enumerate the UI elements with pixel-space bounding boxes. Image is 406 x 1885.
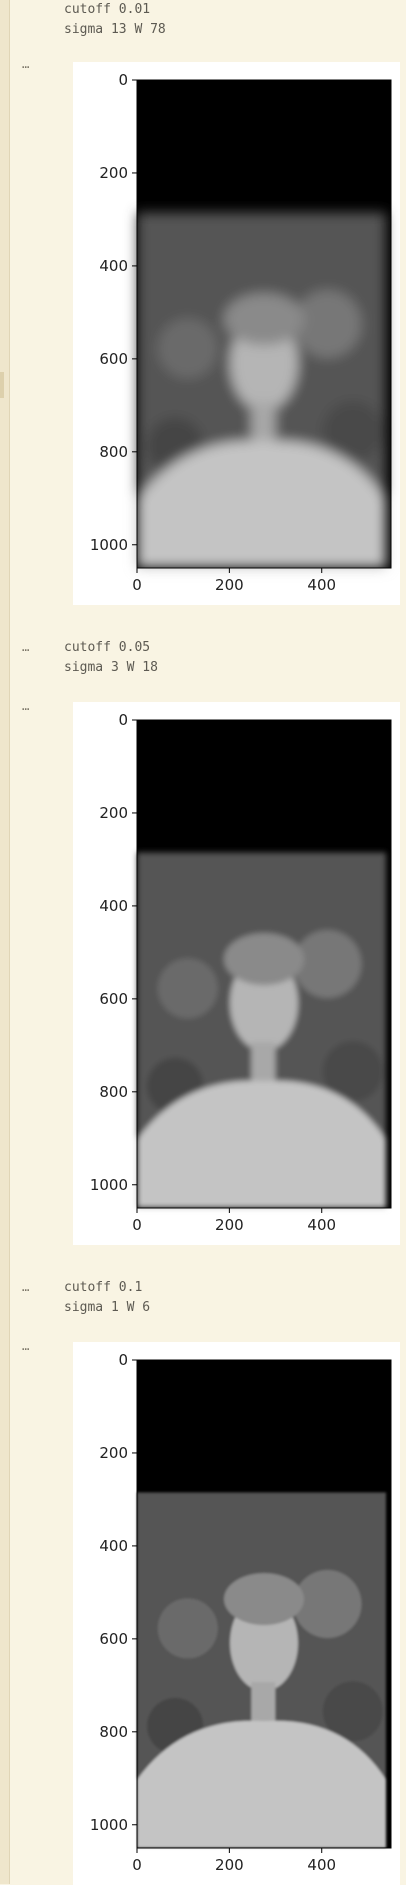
output-line-cutoff: cutoff 0.1	[64, 1280, 143, 1295]
y-tick-label: 200	[99, 164, 128, 182]
y-tick-label: 800	[99, 1723, 128, 1741]
notebook-gutter	[0, 0, 10, 1884]
y-tick-label: 600	[99, 990, 128, 1008]
x-tick-label: 0	[132, 1856, 142, 1874]
y-tick-label: 1000	[90, 1176, 128, 1194]
output-line-sigma: sigma 13 W 78	[64, 22, 166, 37]
y-tick-label: 0	[118, 711, 128, 729]
cell-menu-dots[interactable]: ⋯	[22, 60, 30, 74]
y-tick-label: 400	[99, 257, 128, 275]
x-tick-label: 200	[215, 1856, 244, 1874]
x-tick-label: 400	[307, 1216, 336, 1234]
y-tick-label: 400	[99, 1537, 128, 1555]
image-area	[137, 720, 391, 1208]
figure-plot-2: 0 200 400 600 800 1000 0 200 400	[73, 702, 400, 1245]
output-line-sigma: sigma 3 W 18	[64, 660, 158, 675]
image-area	[137, 1360, 391, 1848]
y-tick-label: 0	[118, 71, 128, 89]
y-tick-label: 200	[99, 1444, 128, 1462]
x-tick-label: 400	[307, 1856, 336, 1874]
cell-menu-dots[interactable]: ⋯	[22, 643, 30, 657]
y-tick-label: 1000	[90, 1816, 128, 1834]
gutter-marker	[0, 372, 4, 398]
y-tick-label: 1000	[90, 536, 128, 554]
cell-menu-dots[interactable]: ⋯	[22, 1342, 30, 1356]
figure-plot-1: 0 200 400 600 800 1000 0 200 400	[73, 62, 400, 605]
x-tick-label: 400	[307, 576, 336, 594]
y-tick-label: 0	[118, 1351, 128, 1369]
y-tick-label: 600	[99, 1630, 128, 1648]
cell-menu-dots[interactable]: ⋯	[22, 702, 30, 716]
plot-svg: 0 200 400 600 800 1000 0 200 400	[90, 71, 392, 594]
plot-svg: 0 200 400 600 800 1000 0 200 400	[90, 1351, 392, 1874]
x-tick-label: 0	[132, 1216, 142, 1234]
image-photo	[137, 212, 386, 568]
cell-menu-dots[interactable]: ⋯	[22, 1283, 30, 1297]
plot-svg: 0 200 400 600 800 1000 0 200 400	[90, 711, 392, 1234]
image-area	[137, 80, 391, 568]
output-line-cutoff: cutoff 0.05	[64, 640, 151, 655]
figure-plot-3: 0 200 400 600 800 1000 0 200 400	[73, 1342, 400, 1885]
x-tick-label: 0	[132, 576, 142, 594]
y-tick-label: 800	[99, 1083, 128, 1101]
x-tick-label: 200	[215, 1216, 244, 1234]
y-tick-label: 600	[99, 350, 128, 368]
image-photo	[137, 852, 386, 1208]
y-tick-label: 200	[99, 804, 128, 822]
output-line-cutoff: cutoff 0.01	[64, 2, 151, 17]
output-line-sigma: sigma 1 W 6	[64, 1300, 151, 1315]
y-tick-label: 400	[99, 897, 128, 915]
x-tick-label: 200	[215, 576, 244, 594]
y-tick-label: 800	[99, 443, 128, 461]
image-photo	[137, 1492, 386, 1848]
